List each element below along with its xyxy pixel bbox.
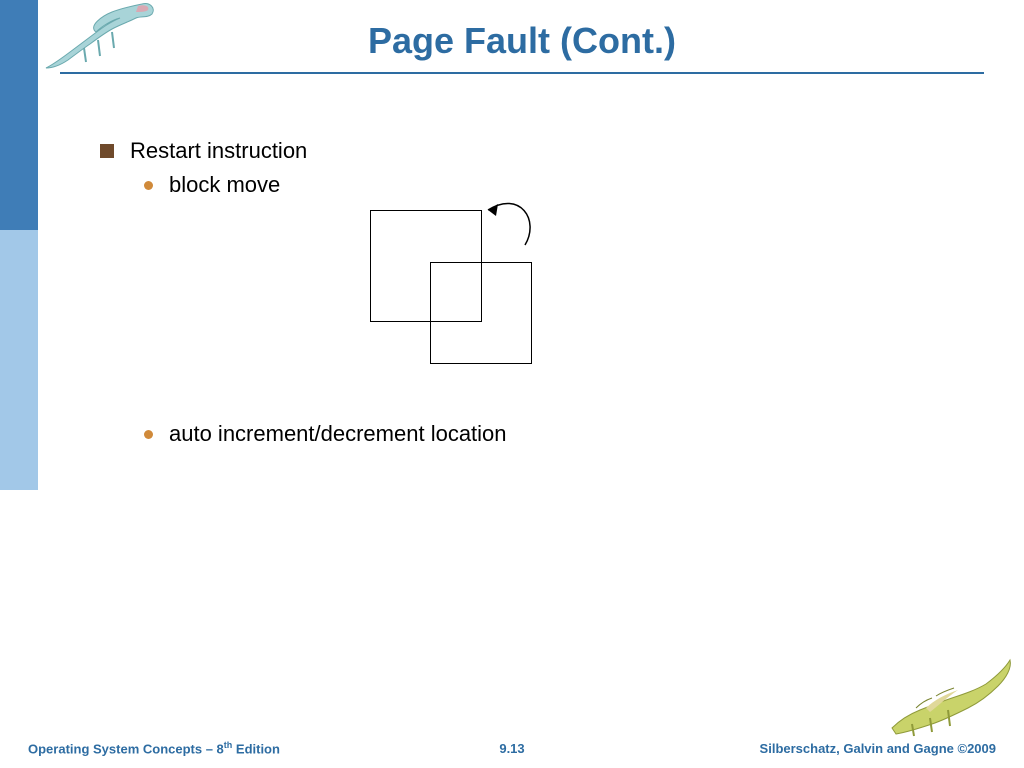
bullet-level-2: block move	[144, 172, 964, 198]
footer: Operating System Concepts – 8th Edition …	[0, 736, 1024, 760]
bullet-text: auto increment/decrement location	[169, 421, 507, 447]
side-stripe-mid	[0, 230, 38, 490]
footer-edition-sup: th	[224, 740, 233, 750]
content-area: Restart instruction block move	[100, 138, 964, 198]
footer-edition-suffix: Edition	[232, 741, 280, 756]
dot-bullet-icon	[144, 181, 153, 190]
diagram-arrow	[370, 200, 570, 390]
footer-authors: Silberschatz, Galvin and Gagne ©2009	[760, 741, 996, 756]
slide-title: Page Fault (Cont.)	[60, 20, 984, 62]
bullet-level-1: Restart instruction	[100, 138, 964, 164]
side-stripe-bottom	[0, 490, 38, 768]
side-stripe-top	[0, 0, 38, 230]
bullet-text: Restart instruction	[130, 138, 307, 164]
footer-book-title: Operating System Concepts – 8	[28, 741, 224, 756]
content-area-lower: auto increment/decrement location	[100, 415, 964, 447]
footer-left: Operating System Concepts – 8th Edition	[28, 740, 280, 756]
bullet-level-2: auto increment/decrement location	[144, 421, 964, 447]
square-bullet-icon	[100, 144, 114, 158]
dinosaur-icon	[886, 650, 1016, 740]
dot-bullet-icon	[144, 430, 153, 439]
side-stripe	[0, 0, 38, 768]
footer-page-number: 9.13	[499, 741, 524, 756]
slide: Page Fault (Cont.) Restart instruction b…	[0, 0, 1024, 768]
title-underline	[60, 72, 984, 74]
block-move-diagram	[370, 200, 570, 390]
bullet-text: block move	[169, 172, 280, 198]
